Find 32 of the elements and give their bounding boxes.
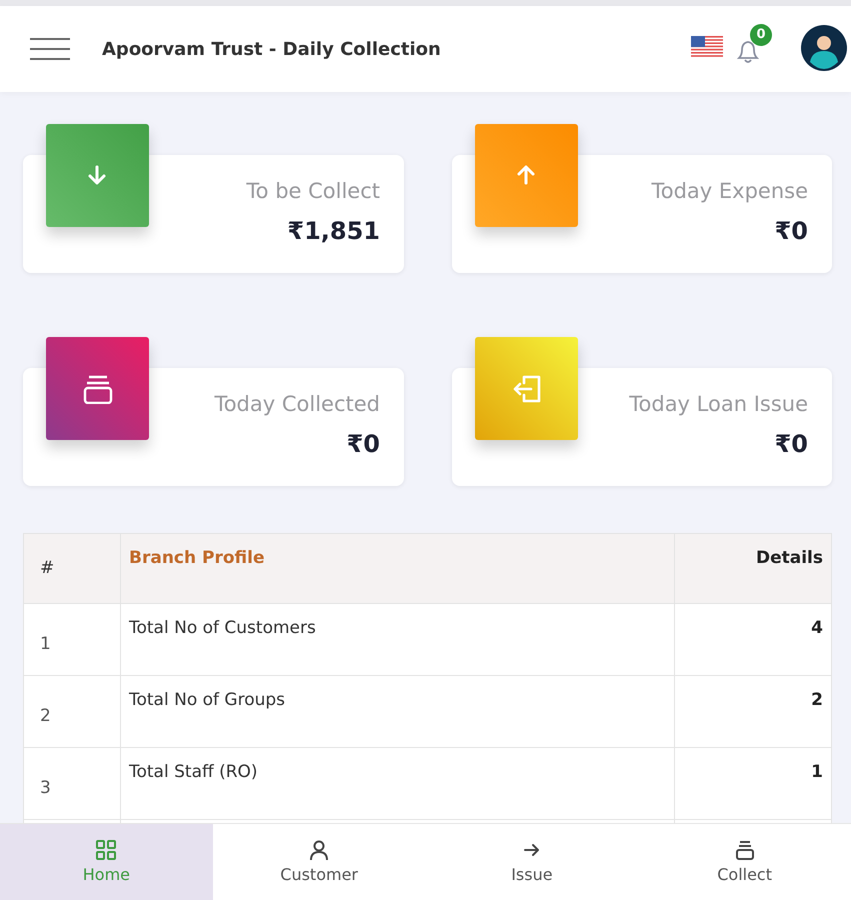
table-cell: 2	[24, 676, 120, 748]
column-header: Branch Profile	[120, 534, 674, 604]
table-cell: 2	[674, 676, 832, 748]
stack-icon	[734, 840, 755, 861]
notification-badge: 0	[750, 24, 772, 46]
card-label: Today Loan Issue	[629, 392, 808, 416]
card-value: ₹1,851	[287, 217, 380, 245]
column-header: Details	[674, 534, 832, 604]
table-cell: Total No of Customers	[120, 604, 674, 676]
column-header: #	[24, 534, 120, 604]
card-label: Today Expense	[651, 179, 808, 203]
card-label: To be Collect	[246, 179, 380, 203]
flag-icon[interactable]	[691, 36, 723, 58]
menu-icon[interactable]	[30, 37, 70, 61]
card-value: ₹0	[774, 430, 808, 458]
card-label: Today Collected	[214, 392, 380, 416]
exit-icon	[512, 374, 542, 404]
table-cell: 4	[674, 604, 832, 676]
grid-icon	[96, 840, 116, 861]
card-value: ₹0	[346, 430, 380, 458]
avatar-icon[interactable]	[801, 25, 847, 71]
arrow-down-icon	[86, 164, 108, 186]
table-cell: 1	[674, 748, 832, 820]
stack-icon	[83, 374, 113, 404]
app-title: Apoorvam Trust - Daily Collection	[102, 38, 441, 60]
card-value: ₹0	[774, 217, 808, 245]
table-cell: Total Staff (RO)	[120, 748, 674, 820]
arrow-up-icon	[515, 164, 537, 186]
table-cell: Total No of Groups	[120, 676, 674, 748]
table-cell: 1	[24, 604, 120, 676]
table-cell: 3	[24, 748, 120, 820]
person-icon	[309, 840, 330, 861]
